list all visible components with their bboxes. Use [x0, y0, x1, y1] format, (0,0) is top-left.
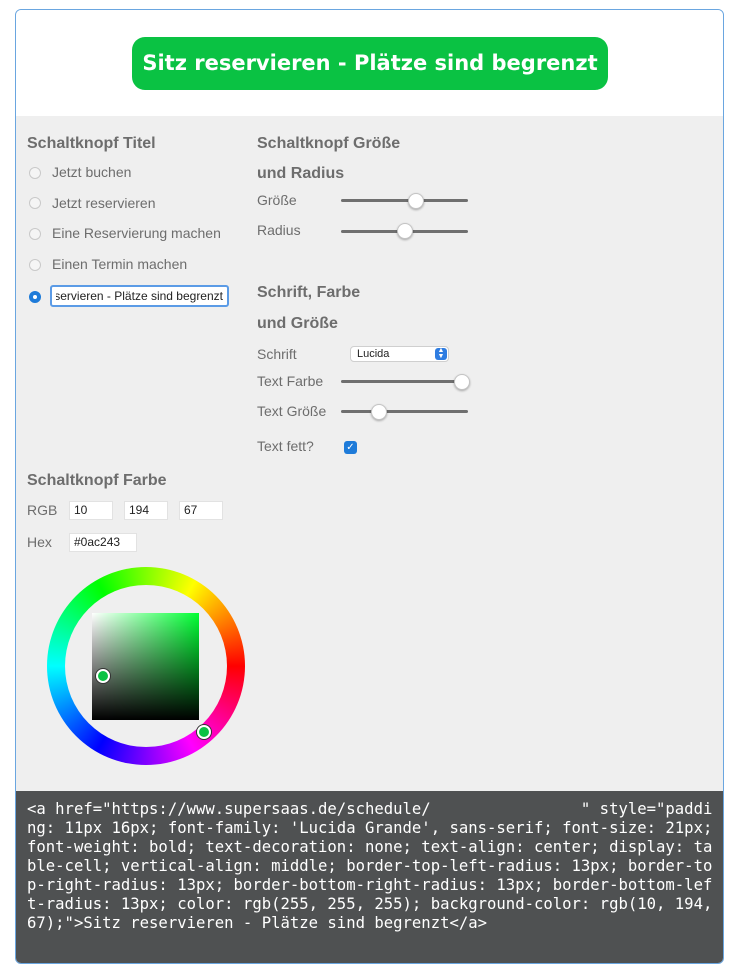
radio-option-custom[interactable] [29, 291, 41, 303]
text-size-label: Text Größe [257, 403, 327, 419]
font-select-value: Lucida [357, 348, 390, 360]
custom-title-value: Sitz reservieren - Plätze sind begrenzt [56, 289, 223, 303]
size-label: Größe [257, 192, 297, 208]
red-input[interactable]: 10 [69, 501, 113, 520]
color-section-heading: Schaltknopf Farbe [27, 472, 167, 489]
rgb-label: RGB [27, 502, 58, 518]
option-4-label[interactable]: Einen Termin machen [52, 256, 187, 272]
hue-marker[interactable] [197, 725, 211, 739]
custom-title-input[interactable]: Sitz reservieren - Plätze sind begrenzt [50, 285, 229, 307]
font-section-heading-1: Schrift, Farbe [257, 284, 361, 301]
radius-slider-thumb[interactable] [396, 223, 413, 239]
font-section-heading-2: und Größe [257, 315, 338, 332]
radius-label: Radius [257, 222, 301, 238]
text-size-slider[interactable] [341, 410, 468, 413]
preview-area: Sitz reservieren - Plätze sind begrenzt [16, 10, 723, 116]
size-slider-thumb[interactable] [407, 193, 424, 209]
text-color-label: Text Farbe [257, 373, 324, 389]
size-section-heading-2: und Radius [257, 165, 345, 182]
size-section-heading-1: Schaltknopf Größe [257, 135, 401, 152]
option-2-label[interactable]: Jetzt reservieren [52, 195, 155, 211]
button-generator-frame: Sitz reservieren - Plätze sind begrenzt … [15, 9, 724, 964]
select-arrows-icon: ▲ ▼ [435, 347, 447, 360]
option-3-label[interactable]: Eine Reservierung machen [52, 225, 221, 241]
blue-input[interactable]: 67 [179, 501, 223, 520]
embed-code-output[interactable]: <a href="https://www.supersaas.de/schedu… [16, 791, 723, 963]
radio-option-1[interactable] [29, 167, 41, 179]
radio-option-2[interactable] [29, 197, 41, 209]
hex-input[interactable]: #0ac243 [69, 533, 137, 552]
font-label: Schrift [257, 346, 297, 362]
green-input[interactable]: 194 [124, 501, 168, 520]
text-color-slider-thumb[interactable] [453, 374, 470, 390]
text-size-slider-thumb[interactable] [371, 404, 388, 420]
font-select[interactable]: Lucida ▲ ▼ [350, 346, 449, 362]
size-slider[interactable] [341, 199, 468, 202]
option-1-label[interactable]: Jetzt buchen [52, 164, 131, 180]
radio-option-4[interactable] [29, 259, 41, 271]
radio-option-3[interactable] [29, 228, 41, 240]
text-color-slider[interactable] [341, 380, 468, 383]
hex-label: Hex [27, 534, 52, 550]
color-picker-marker[interactable] [96, 669, 110, 683]
saturation-value-square[interactable] [92, 613, 199, 720]
preview-button[interactable]: Sitz reservieren - Plätze sind begrenzt [132, 37, 608, 90]
title-section-heading: Schaltknopf Titel [27, 135, 156, 152]
bold-label: Text fett? [257, 438, 314, 454]
bold-checkbox[interactable]: ✓ [344, 441, 357, 454]
